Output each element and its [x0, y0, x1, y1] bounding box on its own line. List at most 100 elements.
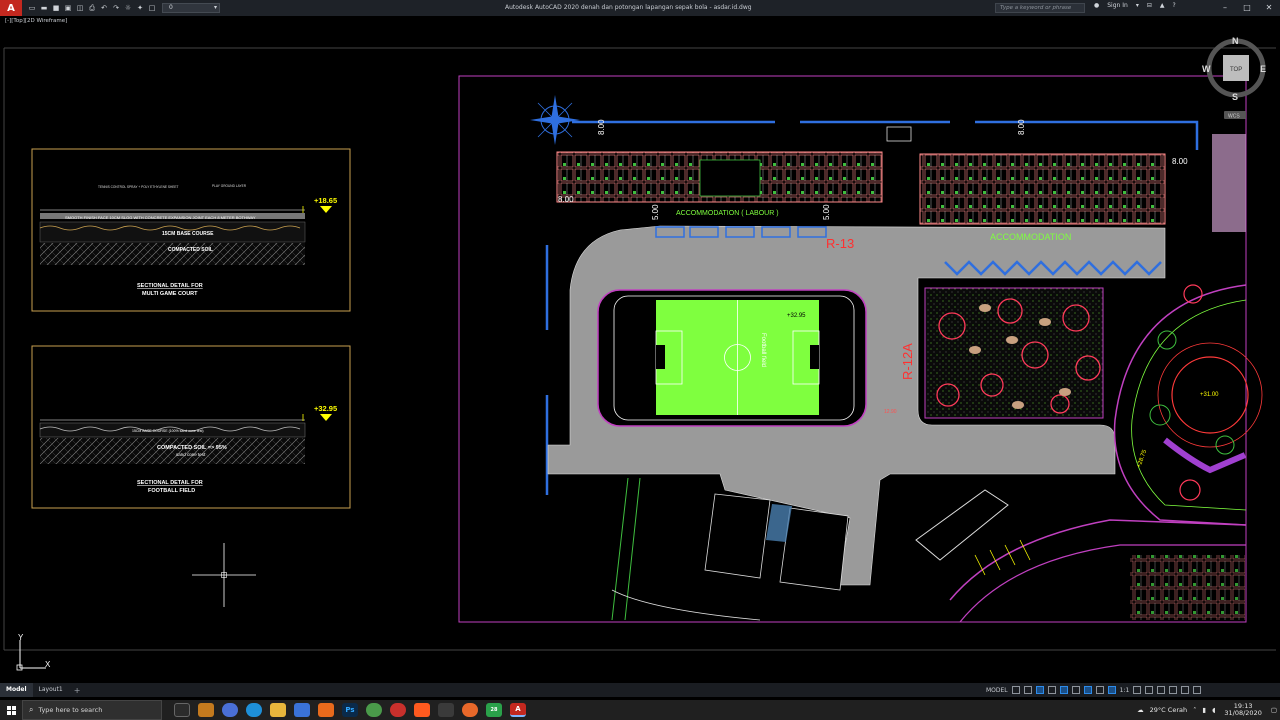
save-icon[interactable]: ■	[51, 3, 61, 13]
layout-tabs-bar: Model Layout1 + MODEL 1:1	[0, 683, 1280, 697]
task-view-icon[interactable]	[174, 703, 190, 717]
windows-taskbar: ⌕ Type here to search Ps 28 A ☁ 29°C Cer…	[0, 700, 1280, 720]
whatsapp-icon[interactable]: 28	[486, 703, 502, 717]
help-icon[interactable]: ?	[1173, 2, 1176, 9]
section-football-field[interactable]: 15CM BASE COURSE (100% sand cone test) C…	[31, 345, 351, 509]
dim-500-right: 5.00	[822, 204, 831, 220]
taskbar-clock[interactable]: 19:13 31/08/2020	[1224, 703, 1261, 717]
vlc-icon[interactable]	[318, 703, 334, 717]
minimize-icon[interactable]: –	[1214, 0, 1236, 16]
green-app-icon[interactable]	[366, 703, 382, 717]
transparency-icon[interactable]	[1095, 686, 1104, 694]
dim-500-left: 5.00	[651, 204, 660, 220]
accommodation-label: ACCOMMODATION	[990, 232, 1071, 242]
annotation-scale[interactable]: 1:1	[1120, 687, 1130, 694]
football-field-label: Football field	[760, 333, 766, 367]
section2-title1: SECTIONAL DETAIL FOR	[137, 480, 203, 486]
web-icon[interactable]: ◫	[75, 3, 85, 13]
section1-layer2: 15CM BASE COURSE	[162, 231, 214, 237]
tab-layout1[interactable]: Layout1	[33, 683, 69, 697]
red-app-icon[interactable]	[390, 703, 406, 717]
workspace-gear-icon[interactable]	[1133, 686, 1142, 694]
tray-chevron-icon[interactable]: ˄	[1193, 706, 1196, 714]
taskbar-search[interactable]: ⌕ Type here to search	[22, 700, 162, 720]
grid-icon[interactable]	[1011, 686, 1020, 694]
hardware-icon[interactable]	[1169, 686, 1178, 694]
close-icon[interactable]: ✕	[1258, 0, 1280, 16]
ortho-icon[interactable]	[1035, 686, 1044, 694]
layer-color-icon[interactable]: □	[147, 3, 157, 13]
layer-dropdown[interactable]: 0	[162, 3, 220, 13]
roundabout-elevation: +31.00	[1200, 392, 1219, 398]
annotation-icon[interactable]	[1107, 686, 1116, 694]
autodesk-a-icon[interactable]: ▲	[1160, 2, 1165, 9]
network-icon[interactable]: ▮	[1202, 706, 1206, 714]
viewcube-top[interactable]: TOP	[1230, 67, 1242, 73]
lightbulb-icon[interactable]: ✦	[135, 3, 145, 13]
accommodation-block	[919, 153, 1166, 225]
quick-access-toolbar: ▭ ▬ ■ ▣ ◫ ⎙ ↶ ↷ ☼ ✦ □	[26, 3, 158, 13]
cart-icon[interactable]: ⊟	[1147, 2, 1152, 9]
sketch-app-icon[interactable]	[438, 703, 454, 717]
taskbar-apps: Ps 28 A	[170, 703, 530, 717]
lineweight-icon[interactable]	[1083, 686, 1092, 694]
sign-in-link[interactable]: Sign In	[1107, 2, 1128, 9]
save-as-icon[interactable]: ▣	[63, 3, 73, 13]
osnap-icon[interactable]	[1059, 686, 1068, 694]
search-icon: ⌕	[29, 705, 34, 714]
acc-labour-label: ACCOMMODATION ( LABOUR )	[676, 210, 779, 217]
southern-buildings	[611, 477, 1247, 623]
start-button[interactable]	[0, 700, 22, 720]
edge-icon[interactable]	[246, 703, 262, 717]
autocad-logo-button[interactable]: A	[0, 0, 22, 16]
customize-icon[interactable]	[1193, 686, 1202, 694]
maximize-icon[interactable]: □	[1236, 0, 1258, 16]
open-folder-icon[interactable]: ▬	[39, 3, 49, 13]
weather-text[interactable]: 29°C Cerah	[1150, 706, 1187, 714]
polar-icon[interactable]	[1047, 686, 1056, 694]
window-title: Autodesk AutoCAD 2020 denah dan potongan…	[505, 4, 752, 11]
section1-title1: SECTIONAL DETAIL FOR	[137, 283, 203, 289]
user-icon[interactable]: ●	[1094, 2, 1099, 9]
section1-layer1: SMOOTH FINISH FACE 10CM SLOG WITH CONCRE…	[65, 215, 256, 220]
section1-note2: PLAY GROUND LAYER	[212, 184, 247, 188]
search-input[interactable]: Type a keyword or phrase	[995, 3, 1085, 13]
model-space-button[interactable]: MODEL	[986, 687, 1008, 694]
firefox-icon[interactable]	[462, 703, 478, 717]
plus-icon[interactable]	[1145, 686, 1154, 694]
print-icon[interactable]: ⎙	[87, 3, 97, 13]
chrome-icon[interactable]	[222, 703, 238, 717]
viewcube-s: S	[1232, 92, 1238, 102]
undo-icon[interactable]: ↶	[99, 3, 109, 13]
new-icon[interactable]: ▭	[27, 3, 37, 13]
photoshop-icon[interactable]: Ps	[342, 703, 358, 717]
section-multi-game-court[interactable]: TENNIS CONTROL SPRAY + POLY ETHYLENE SHE…	[31, 148, 351, 312]
viewcube-w: W	[1202, 64, 1211, 74]
drawing-canvas[interactable]: TENNIS CONTROL SPRAY + POLY ETHYLENE SHE…	[0, 24, 1280, 680]
titlebar-right: ● Sign In ▾ ⊟ ▲ ?	[1090, 2, 1180, 9]
roundabout-elevation-2: +28.75	[1136, 449, 1148, 469]
store-icon[interactable]	[294, 703, 310, 717]
dropdown-icon[interactable]: ▾	[1136, 2, 1139, 9]
viewcube[interactable]: TOP N S W E WCS	[1202, 36, 1266, 120]
section1-title2: MULTI GAME COURT	[142, 291, 198, 297]
brave-icon[interactable]	[414, 703, 430, 717]
dim-1290: 12.90	[884, 409, 897, 415]
site-plan[interactable]: 8.00 8.00 5.00 5.00 ACCOMMODATION ( LABO…	[458, 75, 1263, 623]
file-explorer-icon[interactable]	[270, 703, 286, 717]
volume-icon[interactable]: ◖	[1212, 706, 1215, 714]
isolate-icon[interactable]	[1157, 686, 1166, 694]
clean-screen-icon[interactable]	[1181, 686, 1190, 694]
sun-icon[interactable]: ☼	[123, 3, 133, 13]
snap-icon[interactable]	[1023, 686, 1032, 694]
otrack-icon[interactable]	[1071, 686, 1080, 694]
weather-icon[interactable]: ☁	[1137, 706, 1144, 714]
viewcube-wcs[interactable]: WCS	[1228, 114, 1240, 120]
add-layout-button[interactable]: +	[69, 686, 86, 695]
road-r12a-label: R-12A	[900, 343, 915, 380]
notification-icon[interactable]: ▢	[1271, 706, 1277, 714]
redo-icon[interactable]: ↷	[111, 3, 121, 13]
tab-model[interactable]: Model	[0, 683, 33, 697]
chart-app-icon[interactable]	[198, 703, 214, 717]
autocad-taskbar-icon[interactable]: A	[510, 703, 526, 717]
